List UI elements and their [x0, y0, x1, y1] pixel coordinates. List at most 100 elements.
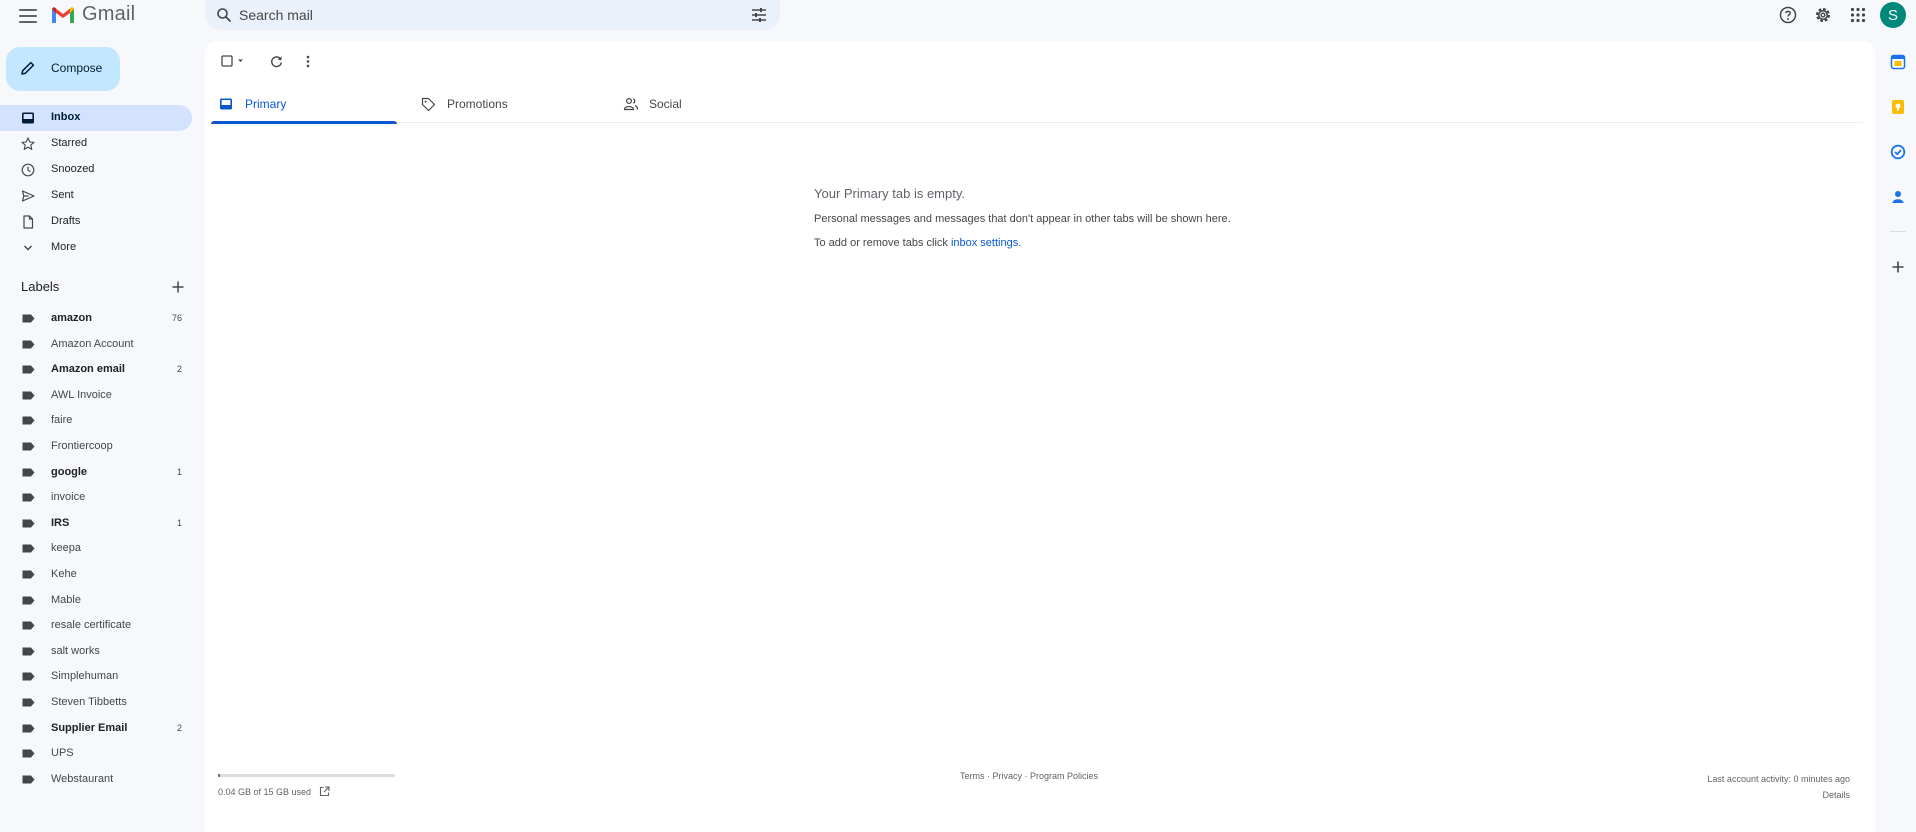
compose-button[interactable]: Compose — [6, 47, 120, 91]
nav-label: Sent — [51, 189, 74, 201]
apps-grid-icon[interactable] — [1846, 3, 1870, 27]
label-count: 2 — [176, 722, 182, 733]
label-item[interactable]: Simplehuman — [0, 664, 192, 690]
chevron-down-icon — [24, 245, 32, 251]
label-name: Kehe — [51, 567, 77, 580]
label-item[interactable]: google 1 — [0, 460, 192, 486]
label-item[interactable]: faire — [0, 408, 192, 434]
nav-item-snoozed[interactable]: Snoozed — [0, 157, 192, 183]
nav-item-starred[interactable]: Starred — [0, 131, 192, 157]
label-item[interactable]: AWL Invoice — [0, 383, 192, 409]
select-all-checkbox[interactable] — [219, 50, 249, 72]
tab-label: Promotions — [447, 97, 508, 111]
label-name: salt works — [51, 644, 100, 657]
label-item[interactable]: UPS — [0, 741, 192, 767]
label-item[interactable]: invoice — [0, 485, 192, 511]
checkbox-icon — [221, 55, 243, 67]
send-icon — [21, 190, 35, 202]
label-item[interactable]: Webstaurant — [0, 767, 192, 793]
tasks-icon[interactable] — [1890, 144, 1906, 160]
keep-icon[interactable] — [1890, 99, 1906, 115]
main-menu-button[interactable] — [17, 5, 39, 27]
draft-icon — [23, 215, 34, 229]
plus-icon[interactable] — [171, 280, 185, 294]
more-options-button[interactable] — [297, 50, 319, 72]
label-item[interactable]: Amazon email 2 — [0, 357, 192, 383]
contacts-icon[interactable] — [1890, 189, 1906, 205]
storage-bar — [218, 774, 395, 777]
label-item[interactable]: amazon 76 — [0, 306, 192, 332]
account-avatar[interactable]: S — [1880, 2, 1906, 28]
label-icon — [22, 647, 35, 656]
label-icon — [22, 596, 35, 605]
label-name: Amazon Account — [51, 337, 134, 350]
nav-item-sent[interactable]: Sent — [0, 183, 192, 209]
label-icon — [22, 698, 35, 707]
label-name: Simplehuman — [51, 670, 119, 683]
gmail-logo[interactable]: Gmail — [50, 3, 135, 26]
label-item[interactable]: salt works — [0, 639, 192, 665]
external-link-icon[interactable] — [319, 786, 330, 797]
tab-label: Primary — [245, 97, 287, 111]
label-item[interactable]: Kehe — [0, 562, 192, 588]
main-panel: Primary Promotions Social Your Primary t… — [205, 41, 1875, 832]
footer-separator: · — [1022, 771, 1031, 781]
label-icon — [22, 416, 35, 425]
search-icon[interactable] — [216, 7, 232, 23]
terms-link[interactable]: Terms — [960, 771, 985, 781]
nav-item-more[interactable]: More — [0, 235, 192, 261]
more-vertical-icon — [306, 55, 310, 67]
mail-nav: Inbox Starred Snoozed Sent Drafts More — [0, 105, 192, 261]
side-panel — [1880, 41, 1916, 832]
inbox-icon — [22, 112, 34, 124]
label-name: Supplier Email — [51, 721, 128, 734]
inbox-settings-link[interactable]: inbox settings — [951, 237, 1018, 249]
help-icon[interactable] — [1776, 3, 1800, 27]
label-item[interactable]: Frontiercoop — [0, 434, 192, 460]
label-icon — [22, 391, 35, 400]
calendar-icon[interactable] — [1890, 54, 1906, 70]
search-options-icon[interactable] — [750, 6, 768, 24]
menu-line — [19, 21, 37, 23]
search-input[interactable] — [239, 4, 719, 26]
tab-primary[interactable]: Primary — [211, 84, 397, 124]
label-icon — [22, 724, 35, 732]
settings-suffix: . — [1018, 237, 1022, 249]
privacy-link[interactable]: Privacy — [993, 771, 1023, 781]
program-policies-link[interactable]: Program Policies — [1030, 771, 1098, 781]
nav-label: Starred — [51, 137, 88, 149]
label-item[interactable]: IRS 1 — [0, 511, 192, 537]
top-bar: Gmail S — [0, 0, 1916, 32]
label-item[interactable]: Steven Tibbetts — [0, 690, 192, 716]
label-item[interactable]: Mable — [0, 588, 192, 614]
tab-social[interactable]: Social — [615, 84, 801, 123]
label-icon — [22, 544, 35, 553]
storage-text: 0.04 GB of 15 GB used — [218, 786, 312, 797]
mail-toolbar — [219, 50, 319, 72]
label-item[interactable]: resale certificate — [0, 613, 192, 639]
label-name: google — [51, 465, 88, 478]
label-item[interactable]: Supplier Email 2 — [0, 716, 192, 742]
nav-label: Snoozed — [51, 163, 95, 175]
tab-promotions[interactable]: Promotions — [413, 84, 599, 123]
menu-line — [19, 9, 37, 11]
settings-prefix: To add or remove tabs click — [814, 237, 951, 249]
details-link[interactable]: Details — [1707, 787, 1850, 803]
empty-message: Personal messages and messages that don'… — [814, 213, 1231, 225]
label-icon — [22, 570, 35, 579]
label-name: keepa — [51, 542, 81, 555]
label-item[interactable]: keepa — [0, 536, 192, 562]
inbox-icon — [220, 98, 232, 110]
label-item[interactable]: Amazon Account — [0, 332, 192, 358]
nav-item-drafts[interactable]: Drafts — [0, 209, 192, 235]
gmail-m-icon — [52, 6, 74, 23]
label-icon — [22, 468, 35, 477]
label-name: UPS — [51, 747, 74, 760]
settings-gear-icon[interactable] — [1811, 3, 1835, 27]
nav-item-inbox[interactable]: Inbox — [0, 105, 192, 131]
labels-list: amazon 76 Amazon Account Amazon email 2 AWL I… — [0, 306, 192, 792]
footer-links: Terms · Privacy · Program Policies — [960, 771, 1098, 781]
label-name: IRS — [51, 516, 70, 529]
refresh-button[interactable] — [265, 50, 287, 72]
plus-icon[interactable] — [1890, 259, 1906, 275]
